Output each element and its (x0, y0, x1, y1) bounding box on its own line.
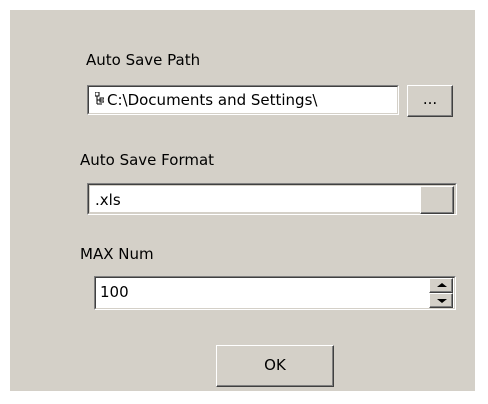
auto-save-path-label: Auto Save Path (86, 51, 201, 69)
auto-save-format-select[interactable]: .xls (87, 183, 457, 215)
format-dropdown-button[interactable] (420, 186, 454, 214)
auto-save-format-field: .xls (90, 186, 454, 212)
settings-dialog: Auto Save Path C:\Documents and Settings… (10, 10, 475, 391)
max-num-value: 100 (100, 283, 129, 301)
ok-button[interactable]: OK (216, 345, 334, 387)
spin-up-button[interactable] (429, 278, 453, 293)
auto-save-path-value: C:\Documents and Settings\ (107, 91, 318, 109)
arrow-down-icon (437, 299, 447, 303)
max-num-stepper[interactable]: 100 (94, 276, 456, 310)
spin-down-button[interactable] (429, 293, 453, 308)
folder-tree-icon (95, 92, 104, 105)
auto-save-format-value: .xls (95, 191, 121, 209)
auto-save-path-field[interactable]: C:\Documents and Settings\ (87, 85, 399, 115)
auto-save-format-label: Auto Save Format (80, 151, 215, 169)
max-num-label: MAX Num (80, 245, 154, 263)
arrow-up-icon (437, 283, 447, 287)
browse-button[interactable]: ... (407, 85, 453, 117)
